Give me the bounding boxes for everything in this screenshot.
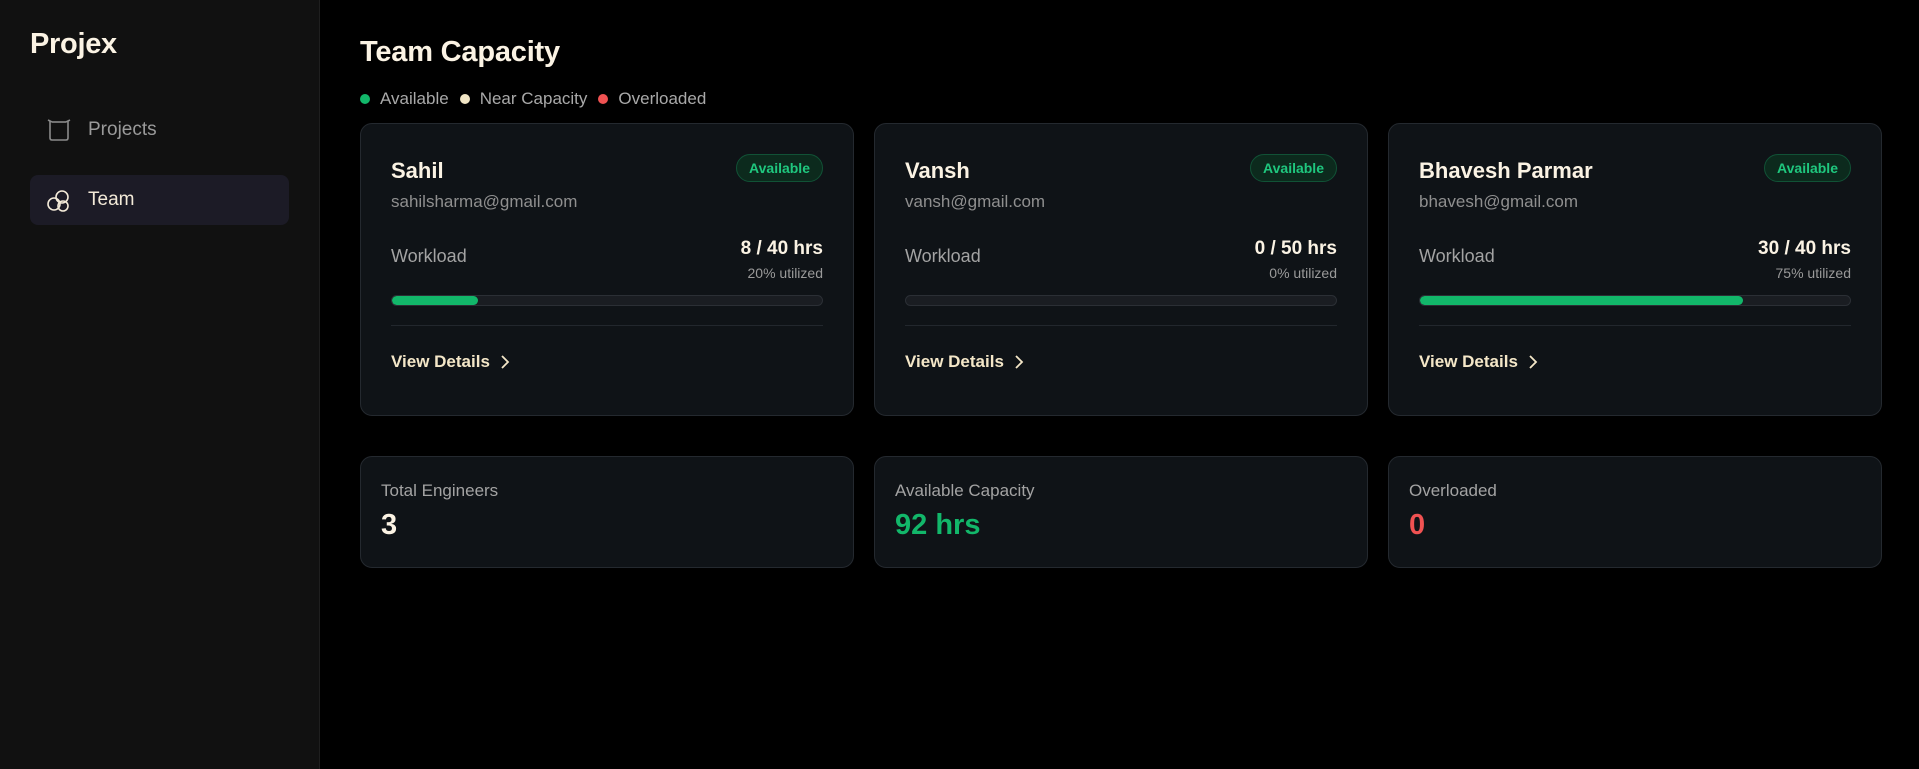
workload-hours: 0 / 50 hrs bbox=[1254, 238, 1337, 259]
stat-label: Available Capacity bbox=[895, 481, 1035, 500]
status-badge: Available bbox=[1250, 154, 1337, 182]
member-cards: Sahil Available sahilsharma@gmail.com Wo… bbox=[360, 123, 1882, 416]
member-email: vansh@gmail.com bbox=[905, 192, 1046, 211]
legend-dot-near-capacity bbox=[459, 94, 470, 104]
stat-available-capacity: Available Capacity 92 hrs bbox=[874, 456, 1368, 568]
view-details-label: View Details bbox=[905, 352, 1004, 371]
stat-value: 0 bbox=[1409, 509, 1426, 541]
member-card: Sahil Available sahilsharma@gmail.com Wo… bbox=[360, 123, 854, 416]
summary-stats: Total Engineers 3 Available Capacity 92 … bbox=[360, 456, 1882, 568]
sidebar-item-label: Team bbox=[88, 189, 135, 210]
workload-progress-bar bbox=[905, 295, 1337, 306]
stat-value: 3 bbox=[381, 509, 398, 541]
workload-progress-fill bbox=[1420, 296, 1743, 305]
view-details-link[interactable]: View Details bbox=[391, 352, 510, 372]
workload-utilization: 0% utilized bbox=[1269, 265, 1337, 281]
view-details-link[interactable]: View Details bbox=[1419, 352, 1538, 372]
workload-hours: 8 / 40 hrs bbox=[740, 238, 823, 259]
member-name: Sahil bbox=[391, 158, 444, 183]
legend-label: Near Capacity bbox=[479, 89, 588, 108]
legend-item-available: Available bbox=[360, 89, 449, 109]
stat-label: Total Engineers bbox=[381, 481, 499, 500]
view-details-label: View Details bbox=[391, 352, 490, 371]
legend-label: Overloaded bbox=[618, 89, 707, 108]
chevron-right-icon bbox=[500, 355, 510, 369]
workload-hours: 30 / 40 hrs bbox=[1758, 238, 1851, 259]
member-name: Vansh bbox=[905, 158, 970, 183]
main-content: Team Capacity Available Near Capacity Ov… bbox=[320, 0, 1919, 769]
stat-overloaded: Overloaded 0 bbox=[1388, 456, 1882, 568]
team-icon bbox=[44, 186, 72, 214]
card-divider bbox=[905, 325, 1337, 326]
legend-dot-available bbox=[360, 94, 370, 104]
workload-utilization: 20% utilized bbox=[747, 265, 824, 281]
legend-dot-overloaded bbox=[598, 94, 609, 104]
view-details-label: View Details bbox=[1419, 352, 1518, 371]
page-title: Team Capacity bbox=[360, 36, 560, 68]
workload-progress-bar bbox=[1419, 295, 1851, 306]
view-details-link[interactable]: View Details bbox=[905, 352, 1024, 372]
sidebar-item-team[interactable]: Team bbox=[30, 175, 289, 225]
sidebar-item-label: Projects bbox=[88, 119, 157, 140]
member-email: bhavesh@gmail.com bbox=[1419, 192, 1578, 211]
chevron-right-icon bbox=[1014, 355, 1024, 369]
workload-label: Workload bbox=[905, 246, 981, 266]
chevron-right-icon bbox=[1528, 355, 1538, 369]
workload-utilization: 75% utilized bbox=[1775, 265, 1852, 281]
sidebar-item-projects[interactable]: Projects bbox=[30, 105, 289, 155]
status-badge: Available bbox=[1764, 154, 1851, 182]
workload-progress-bar bbox=[391, 295, 823, 306]
sidebar-nav: Projects Team bbox=[30, 105, 289, 225]
legend-item-overloaded: Overloaded bbox=[598, 89, 706, 109]
member-card: Vansh Available vansh@gmail.com Workload… bbox=[874, 123, 1368, 416]
legend-label: Available bbox=[380, 89, 449, 108]
stat-label: Overloaded bbox=[1409, 481, 1497, 500]
sidebar: Projex Projects Team bbox=[0, 0, 320, 769]
status-badge: Available bbox=[736, 154, 823, 182]
legend-item-near-capacity: Near Capacity bbox=[459, 89, 588, 109]
member-name: Bhavesh Parmar bbox=[1419, 158, 1593, 183]
workload-progress-fill bbox=[392, 296, 478, 305]
status-legend: Available Near Capacity Overloaded bbox=[360, 89, 1882, 109]
card-divider bbox=[391, 325, 823, 326]
member-card: Bhavesh Parmar Available bhavesh@gmail.c… bbox=[1388, 123, 1882, 416]
stat-total-engineers: Total Engineers 3 bbox=[360, 456, 854, 568]
projects-icon bbox=[44, 116, 72, 144]
workload-label: Workload bbox=[391, 246, 467, 266]
brand-logo[interactable]: Projex bbox=[30, 28, 289, 61]
stat-value: 92 hrs bbox=[895, 509, 981, 541]
card-divider bbox=[1419, 325, 1851, 326]
app-root: Projex Projects Team Team Capacity Avail… bbox=[0, 0, 1919, 769]
member-email: sahilsharma@gmail.com bbox=[391, 192, 578, 211]
workload-label: Workload bbox=[1419, 246, 1495, 266]
